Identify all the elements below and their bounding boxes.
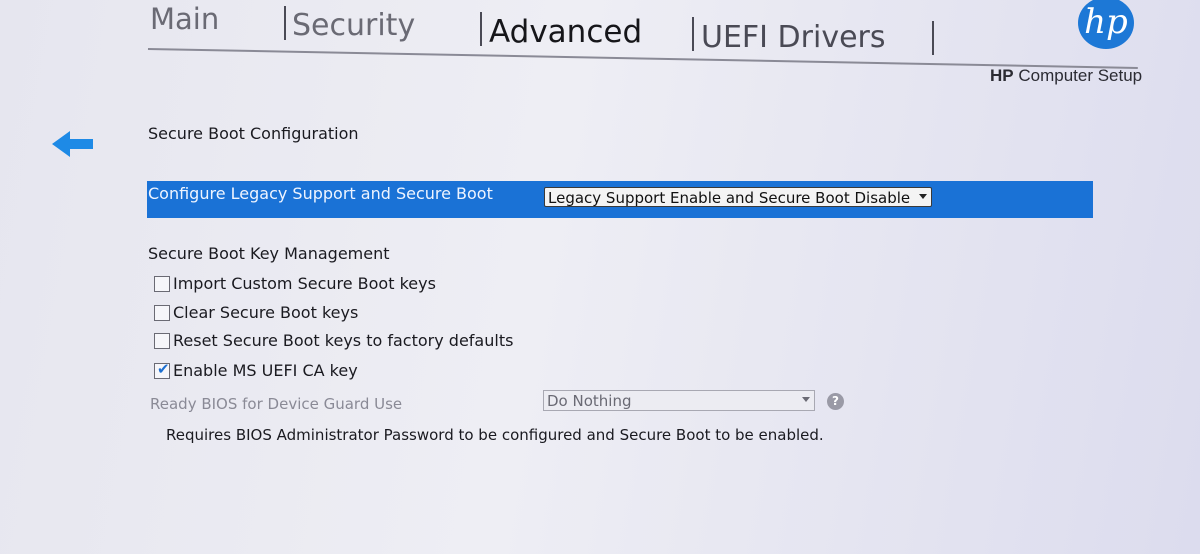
back-arrow-icon[interactable] [52,129,94,163]
tab-divider [692,17,694,51]
checkbox[interactable] [154,275,170,292]
clear-keys-option[interactable]: Clear Secure Boot keys [154,303,358,322]
chevron-down-icon [802,397,810,402]
tab-security[interactable]: Security [292,8,415,43]
tab-uefi-drivers[interactable]: UEFI Drivers [701,20,886,55]
checkbox-checked[interactable]: ✔ [154,359,170,379]
brand-rest: Computer Setup [1013,66,1143,85]
legacy-secure-boot-select[interactable]: Legacy Support Enable and Secure Boot Di… [544,187,932,207]
reset-keys-option[interactable]: Reset Secure Boot keys to factory defaul… [154,331,513,350]
enable-ms-uefi-ca-option[interactable]: ✔ Enable MS UEFI CA key [154,359,358,380]
device-guard-label: Ready BIOS for Device Guard Use [150,395,403,413]
legacy-secure-boot-value: Legacy Support Enable and Secure Boot Di… [548,189,911,207]
device-guard-select[interactable]: Do Nothing [543,390,815,411]
hp-logo: hp [1078,0,1134,49]
tab-divider [480,12,482,46]
checkbox-label: Enable MS UEFI CA key [173,361,358,380]
device-guard-value: Do Nothing [547,392,632,410]
checkbox-label: Clear Secure Boot keys [173,303,359,322]
tab-divider [284,6,286,40]
section-title: Secure Boot Configuration [148,124,359,143]
tab-advanced[interactable]: Advanced [489,14,642,50]
key-management-title: Secure Boot Key Management [148,244,390,263]
import-keys-option[interactable]: Import Custom Secure Boot keys [154,274,436,293]
checkbox-label: Import Custom Secure Boot keys [173,274,436,293]
checkbox-label: Reset Secure Boot keys to factory defaul… [173,331,514,350]
legacy-secure-boot-label: Configure Legacy Support and Secure Boot [148,184,493,203]
checkmark-icon: ✔ [157,359,170,378]
product-title: HP Computer Setup [990,66,1142,86]
requirement-note: Requires BIOS Administrator Password to … [166,426,824,444]
tab-divider [932,21,934,55]
checkbox[interactable] [154,332,170,349]
chevron-down-icon [919,194,927,199]
tab-main[interactable]: Main [150,2,219,36]
checkbox[interactable] [154,304,170,321]
brand-bold: HP [990,66,1014,85]
help-icon[interactable]: ? [827,393,844,410]
